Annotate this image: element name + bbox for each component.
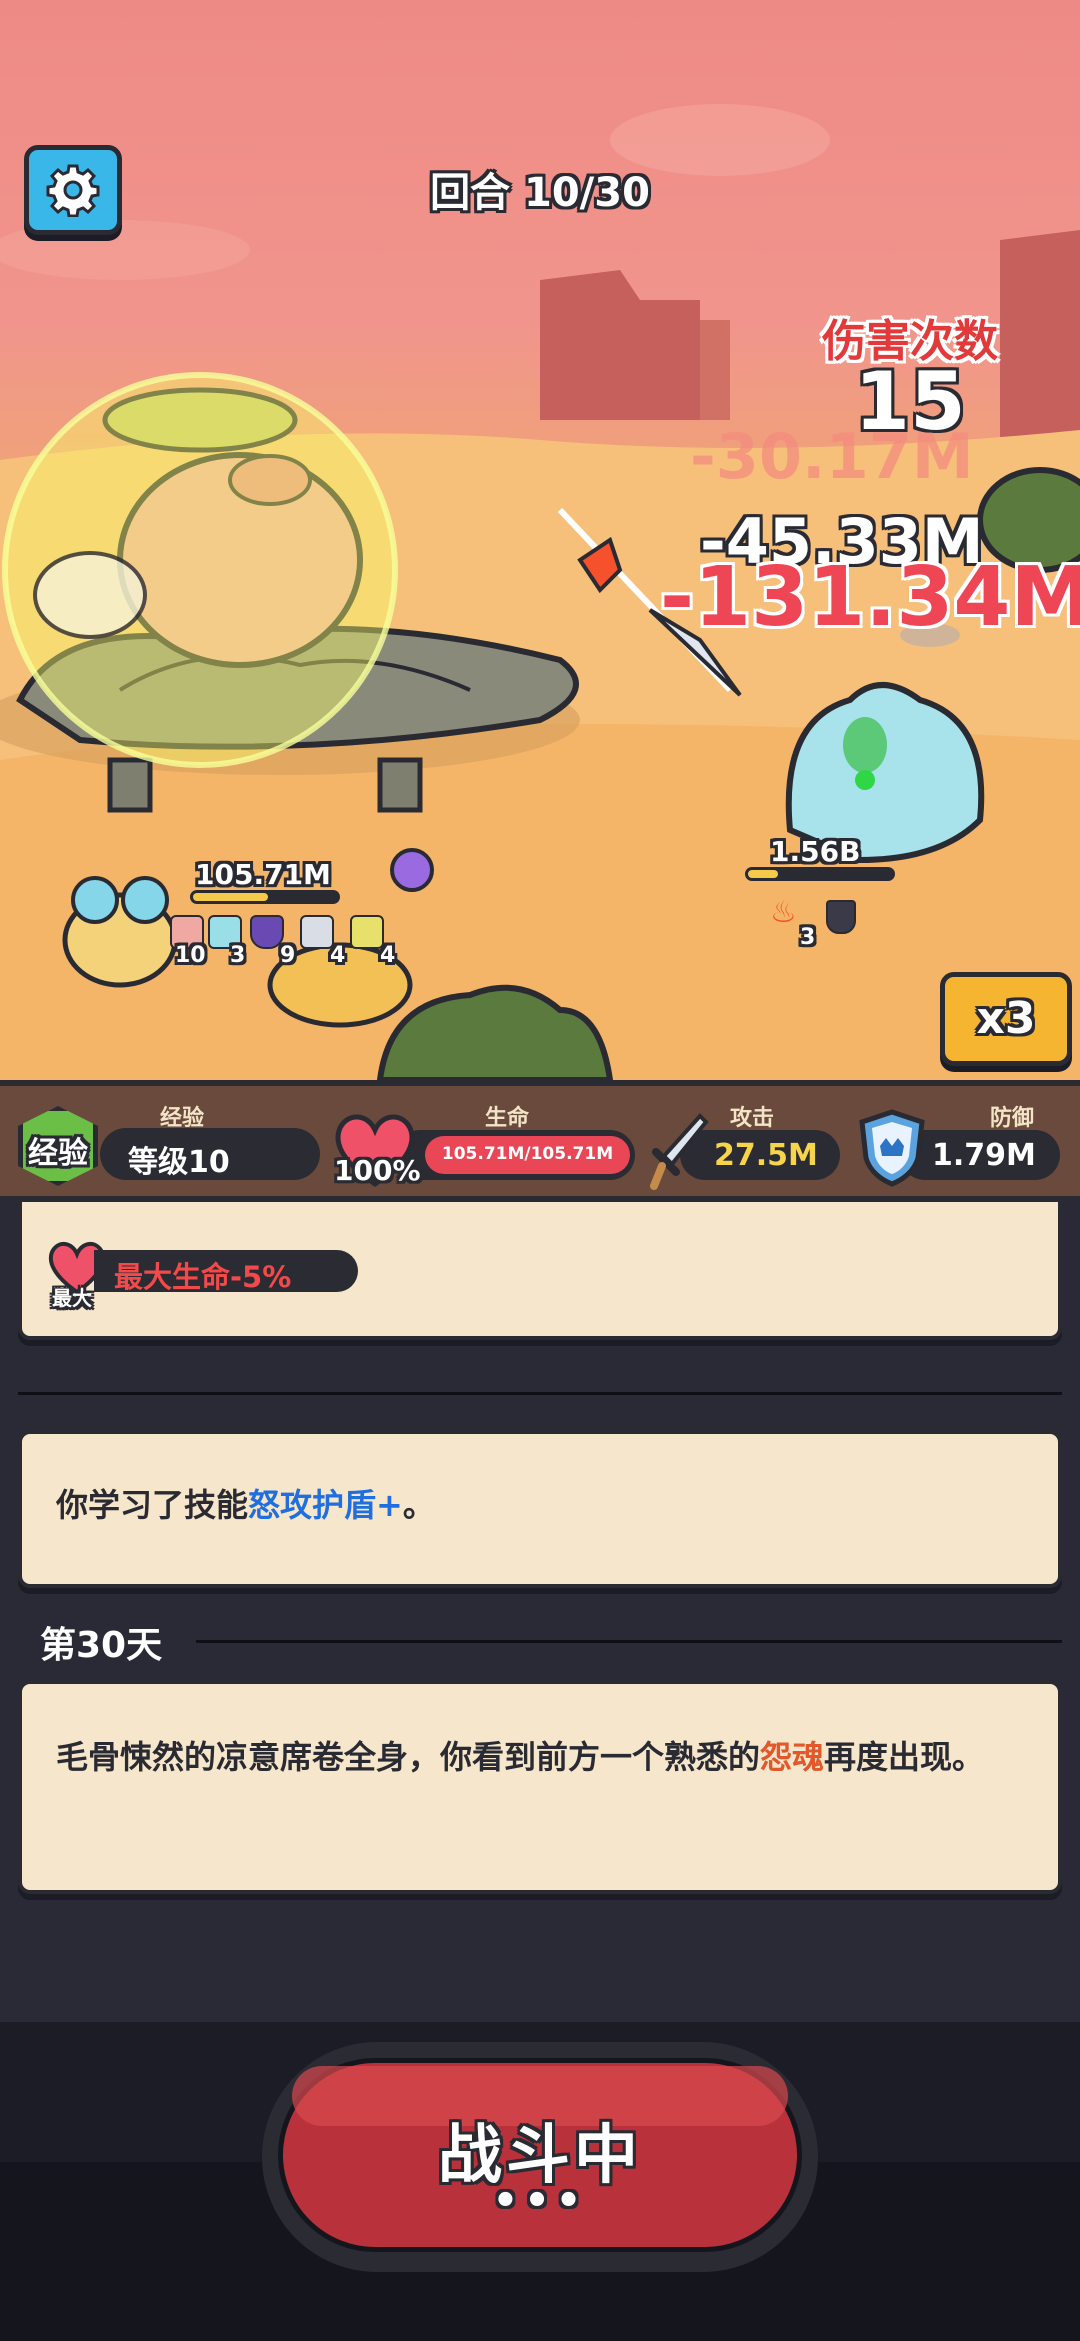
damage-number: -30.17M	[690, 420, 974, 493]
fire-status-icon: ♨	[770, 895, 797, 930]
speed-toggle-button[interactable]: x3	[940, 972, 1072, 1066]
day-divider	[196, 1640, 1062, 1643]
shield-buff-icon	[250, 915, 284, 949]
speed-label: x3	[976, 993, 1036, 1044]
sword-buff-icon	[300, 915, 334, 949]
event-card: 你学习了技能怒攻护盾+。	[18, 1430, 1062, 1588]
skill-link[interactable]: 怒攻护盾+	[248, 1486, 403, 1524]
level-display: 等级10	[100, 1128, 320, 1180]
event-card: 毛骨悚然的凉意席卷全身，你看到前方一个熟悉的怨魂再度出现。	[18, 1680, 1062, 1894]
stat-change-pill: 最大生命-5%	[94, 1250, 358, 1294]
battle-status-button[interactable]: 战斗中 •••	[262, 2042, 818, 2272]
shield-icon	[859, 1109, 925, 1187]
attack-title: 攻击	[730, 1106, 775, 1131]
buff-icon-row: 10 3 9 4 4	[170, 915, 410, 968]
settings-button[interactable]	[24, 145, 122, 235]
enemy-hp-bar	[745, 867, 895, 881]
divider	[18, 1392, 1062, 1395]
sword-buff-icon	[350, 915, 384, 949]
event-log[interactable]: 最大 最大生命-5% 你学习了技能怒攻护盾+。 第30天 毛骨悚然的凉意席卷全身…	[0, 1202, 1080, 2022]
life-title: 生命	[485, 1106, 530, 1131]
loading-dots: •••	[492, 2178, 588, 2224]
defense-title: 防御	[990, 1106, 1035, 1131]
player-hp-bar	[190, 890, 340, 904]
round-counter: 回合 10/30	[430, 170, 650, 216]
life-bar: 105.71M/105.71M	[395, 1130, 635, 1180]
defense-value: 1.79M	[932, 1138, 1036, 1173]
buff-count: 10	[175, 943, 206, 968]
gear-icon	[46, 164, 100, 217]
buff-count: 9	[280, 943, 296, 968]
day-label: 第30天	[40, 1625, 163, 1666]
sword-icon	[650, 1113, 709, 1190]
footer: 战斗中 •••	[0, 2022, 1080, 2341]
event-text: 毛骨悚然的凉意席卷全身，你看到前方一个熟悉的怨魂再度出现。	[56, 1738, 985, 1776]
enemy-link[interactable]: 怨魂	[760, 1738, 824, 1776]
life-value: 105.71M/105.71M	[441, 1144, 614, 1164]
buff-count: 4	[380, 943, 396, 968]
battle-scene: 回合 10/30 伤害次数 15 -30.17M -45.33M -131.34…	[0, 0, 1080, 1080]
event-card: 最大 最大生命-5%	[18, 1202, 1062, 1340]
damage-number-critical: -131.34M	[660, 550, 1080, 645]
event-text: 你学习了技能怒攻护盾+。	[56, 1486, 435, 1524]
enemy-hp-value: 1.56B	[770, 835, 861, 868]
exp-badge-label: 经验	[28, 1136, 88, 1171]
buff-count: 4	[330, 943, 346, 968]
attack-value: 27.5M	[714, 1138, 818, 1173]
player-hp-value: 105.71M	[195, 858, 331, 891]
enemy-status-count: 3	[800, 925, 816, 950]
buff-count: 3	[230, 943, 246, 968]
stat-change-text: 最大生命-5%	[114, 1260, 292, 1294]
curse-status-icon	[826, 900, 856, 934]
stats-bar: 经验 经验 等级10 生命 105.71M/105.71M 100% 攻击 27…	[0, 1080, 1080, 1202]
life-percent: 100%	[334, 1154, 421, 1187]
level-value: 等级10	[128, 1145, 230, 1180]
max-badge-text: 最大	[52, 1286, 92, 1310]
